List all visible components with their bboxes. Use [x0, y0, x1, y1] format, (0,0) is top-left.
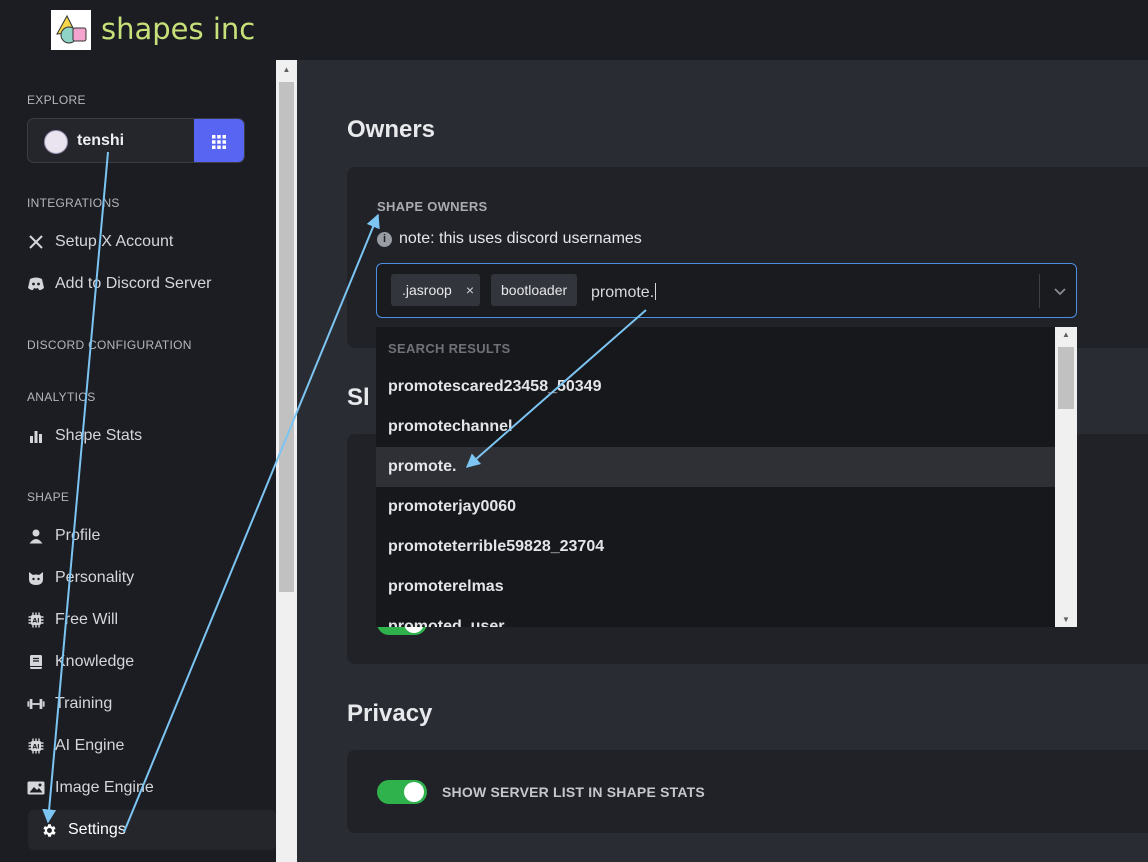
search-results-dropdown: SEARCH RESULTS promotescared23458_50349 …: [376, 327, 1077, 627]
section-label-integrations: INTEGRATIONS: [27, 196, 120, 210]
sidebar-item-label: Settings: [68, 821, 126, 838]
owners-search-input[interactable]: promote.: [591, 283, 657, 302]
slash-commands-heading: Sl: [347, 384, 370, 411]
sidebar-item-label: Setup X Account: [55, 233, 174, 250]
select-separator: [1039, 274, 1040, 308]
note-text: i note: this uses discord usernames: [377, 230, 642, 248]
owners-card: [347, 167, 1148, 348]
avatar: [44, 130, 68, 154]
bar-chart-icon: [27, 427, 45, 445]
dropdown-scroll-thumb[interactable]: [1058, 347, 1074, 409]
sidebar-item-image-engine[interactable]: Image Engine: [27, 773, 154, 803]
search-result-option[interactable]: promoted_user: [376, 607, 1055, 627]
shape-owners-label: SHAPE OWNERS: [377, 199, 488, 214]
section-label-shape: SHAPE: [27, 490, 70, 504]
owner-tag: bootloader: [491, 274, 578, 306]
apps-grid-button[interactable]: [194, 119, 244, 162]
sidebar-item-label: AI Engine: [55, 737, 125, 754]
grid-icon: [212, 134, 226, 149]
show-server-list-toggle[interactable]: [377, 780, 427, 804]
search-result-option[interactable]: promotescared23458_50349: [376, 367, 1055, 407]
top-bar: shapes inc: [0, 0, 1148, 60]
gear-icon: [40, 821, 58, 839]
shape-name: tenshi: [77, 132, 125, 149]
chip-icon: AI: [27, 737, 45, 755]
search-result-option[interactable]: promoteterrible59828_23704: [376, 527, 1055, 567]
search-results-header: SEARCH RESULTS: [388, 341, 511, 356]
shape-selector[interactable]: tenshi: [27, 118, 245, 163]
owner-tag-label: bootloader: [501, 282, 568, 298]
x-logo-icon: [27, 233, 45, 251]
owners-heading: Owners: [347, 116, 436, 143]
search-result-option[interactable]: promoterjay0060: [376, 487, 1055, 527]
svg-text:AI: AI: [33, 618, 40, 625]
sidebar-item-label: Free Will: [55, 611, 119, 628]
remove-tag-icon[interactable]: ×: [466, 282, 474, 298]
cat-face-icon: [27, 569, 45, 587]
sidebar-item-knowledge[interactable]: Knowledge: [27, 647, 134, 677]
sidebar-item-label: Personality: [55, 569, 135, 586]
shapes-logo-icon[interactable]: [51, 10, 91, 50]
sidebar-item-label: Shape Stats: [55, 427, 143, 444]
sidebar-item-training[interactable]: Training: [27, 689, 112, 719]
sidebar-item-label: Knowledge: [55, 653, 135, 670]
sidebar-item-add-discord[interactable]: Add to Discord Server: [27, 269, 212, 299]
section-label-analytics: ANALYTICS: [27, 390, 96, 404]
owner-tag: .jasroop ×: [391, 274, 480, 306]
owners-multiselect[interactable]: .jasroop × bootloader promote.: [376, 263, 1077, 318]
sidebar-item-label: Image Engine: [55, 779, 154, 796]
sidebar-item-personality[interactable]: Personality: [27, 563, 134, 593]
sidebar-item-free-will[interactable]: AI Free Will: [27, 605, 118, 635]
scroll-up-arrow-icon[interactable]: ▲: [276, 62, 297, 78]
info-icon: i: [377, 231, 392, 247]
chip-icon: AI: [27, 611, 45, 629]
sidebar-item-ai-engine[interactable]: AI AI Engine: [27, 731, 124, 761]
sidebar-item-label: Training: [55, 695, 113, 712]
search-result-option[interactable]: promotechannel: [376, 407, 1055, 447]
sidebar-item-setup-x[interactable]: Setup X Account: [27, 227, 173, 257]
discord-icon: [27, 275, 45, 293]
search-result-option[interactable]: promote.: [376, 447, 1055, 487]
app-title[interactable]: shapes inc: [101, 12, 255, 46]
book-icon: [27, 653, 45, 671]
main-content: Owners Sl Privacy SHOW SERVER LIST IN SH…: [297, 60, 1148, 862]
chevron-down-icon[interactable]: [1049, 280, 1071, 302]
section-label-explore: EXPLORE: [27, 93, 86, 107]
sidebar-item-shape-stats[interactable]: Shape Stats: [27, 421, 142, 451]
sidebar-item-label: Profile: [55, 527, 101, 544]
privacy-heading: Privacy: [347, 700, 433, 727]
sidebar: EXPLORE tenshi INTEGRATIONS Setup X Acco…: [0, 60, 276, 862]
dumbbell-icon: [27, 695, 45, 713]
sidebar-item-label: Add to Discord Server: [55, 275, 212, 292]
sidebar-item-profile[interactable]: Profile: [27, 521, 100, 551]
search-result-option[interactable]: promoterelmas: [376, 567, 1055, 607]
svg-text:AI: AI: [33, 744, 40, 751]
owner-tag-label: .jasroop: [402, 282, 452, 298]
sidebar-item-settings[interactable]: Settings: [28, 810, 276, 850]
user-icon: [27, 527, 45, 545]
show-server-list-label: SHOW SERVER LIST IN SHAPE STATS: [442, 784, 705, 800]
note-label: note: this uses discord usernames: [399, 230, 642, 247]
image-icon: [27, 779, 45, 797]
sidebar-scroll-thumb[interactable]: [279, 82, 294, 592]
section-label-discord-configuration[interactable]: DISCORD CONFIGURATION: [27, 338, 192, 352]
